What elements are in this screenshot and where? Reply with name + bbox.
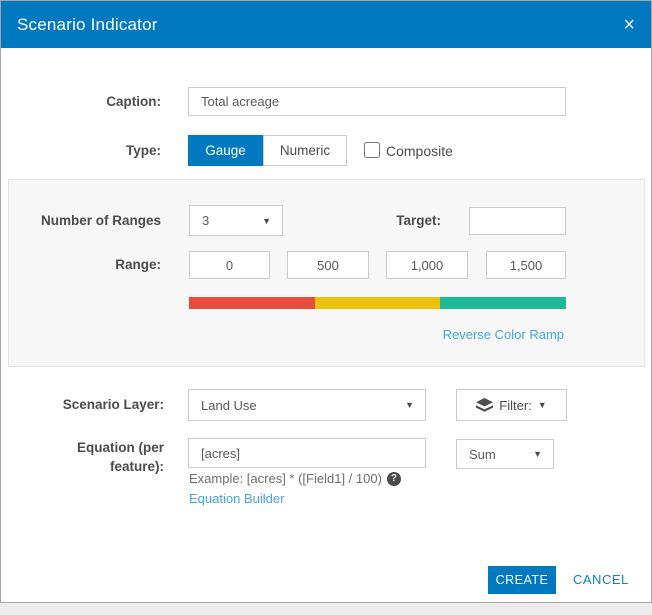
reverse-color-ramp-link[interactable]: Reverse Color Ramp <box>443 327 564 342</box>
help-icon[interactable]: ? <box>386 471 401 486</box>
equation-example-text: Example: [acres] * ([Field1] / 100) <box>189 471 382 486</box>
target-input[interactable] <box>469 207 566 235</box>
filter-label: Filter: <box>499 397 532 413</box>
filter-button[interactable]: Filter: ▼ <box>456 389 567 421</box>
color-ramp-segment-yellow <box>314 297 441 309</box>
equation-example: Example: [acres] * ([Field1] / 100) ? <box>189 471 401 486</box>
color-ramp-segment-red <box>189 297 315 309</box>
caption-input[interactable] <box>188 87 566 116</box>
range-input-3[interactable] <box>386 251 468 279</box>
composite-label: Composite <box>386 143 453 159</box>
color-ramp <box>189 297 567 309</box>
type-numeric-button[interactable]: Numeric <box>263 135 347 166</box>
chevron-down-icon: ▼ <box>537 400 547 410</box>
cancel-button[interactable]: CANCEL <box>573 566 629 594</box>
layers-icon <box>476 397 494 413</box>
range-input-1[interactable] <box>189 251 270 279</box>
target-label: Target: <box>396 213 441 228</box>
caption-label: Caption: <box>106 94 161 109</box>
dialog-title: Scenario Indicator <box>17 14 158 34</box>
type-gauge-button[interactable]: Gauge <box>188 135 263 166</box>
aggregation-dropdown[interactable]: Sum ▼ <box>456 439 554 469</box>
chevron-down-icon: ▼ <box>262 215 271 226</box>
range-label: Range: <box>115 257 161 272</box>
chevron-down-icon: ▼ <box>405 400 414 410</box>
dialog-header: Scenario Indicator × <box>1 1 651 48</box>
type-label: Type: <box>125 143 161 158</box>
close-icon[interactable]: × <box>623 15 635 35</box>
aggregation-value: Sum <box>469 446 496 462</box>
equation-builder-link[interactable]: Equation Builder <box>189 491 284 506</box>
number-of-ranges-dropdown[interactable]: 3 ▼ <box>189 205 283 236</box>
range-input-2[interactable] <box>287 251 369 279</box>
scenario-layer-value: Land Use <box>201 397 257 413</box>
ranges-panel: Number of Ranges 3 ▼ Target: Range: Reve… <box>8 179 645 367</box>
composite-checkbox[interactable] <box>364 142 380 158</box>
chevron-down-icon: ▼ <box>533 449 542 459</box>
range-input-4[interactable] <box>486 251 566 279</box>
equation-input[interactable] <box>188 438 426 468</box>
equation-label: Equation (per feature): <box>77 440 164 474</box>
number-of-ranges-label: Number of Ranges <box>40 213 161 228</box>
color-ramp-segment-green <box>440 297 567 309</box>
scenario-layer-label: Scenario Layer: <box>62 397 164 412</box>
create-button[interactable]: CREATE <box>488 566 556 594</box>
scenario-indicator-dialog: Scenario Indicator × Caption: Type: Gaug… <box>0 0 652 603</box>
scenario-layer-dropdown[interactable]: Land Use ▼ <box>188 389 426 421</box>
number-of-ranges-value: 3 <box>202 213 210 228</box>
